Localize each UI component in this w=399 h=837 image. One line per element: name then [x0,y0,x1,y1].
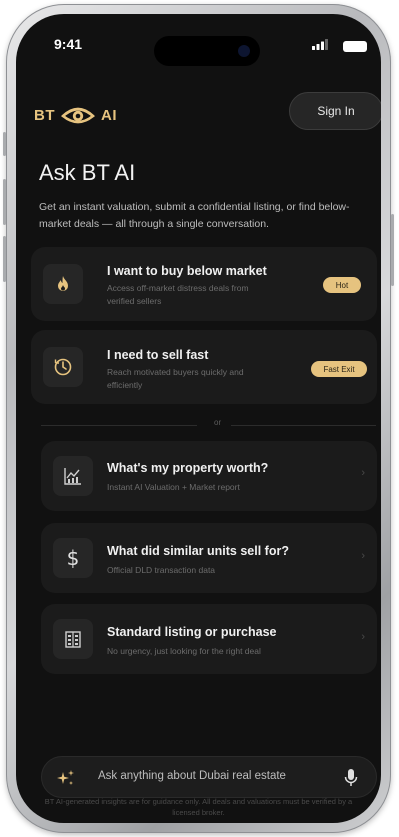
volume-up-button [3,179,6,225]
fast-exit-badge: Fast Exit [311,361,367,377]
card-subtitle: Access off-market distress deals from ve… [107,283,249,306]
divider-right [231,425,376,426]
eye-icon [61,107,95,124]
card-title: I need to sell fast [107,348,209,362]
volume-down-button [3,236,6,282]
option-title: What's my property worth? [107,461,269,475]
property-worth-option[interactable]: What's my property worth? Instant AI Val… [41,441,377,511]
disclaimer-text: BT AI-generated insights are for guidanc… [44,797,353,817]
option-title: Standard listing or purchase [107,625,277,639]
card-subtitle: Reach motivated buyers quickly and effic… [107,367,244,390]
flame-icon [43,264,83,304]
hot-badge: Hot [323,277,361,293]
signal-icon [312,39,328,50]
option-subtitle: Instant AI Valuation + Market report [107,482,240,492]
divider-label: or [214,418,222,427]
option-subtitle: Official DLD transaction data [107,565,216,575]
sign-in-button[interactable]: Sign In [289,92,381,130]
option-title: What did similar units sell for? [107,544,289,558]
app-screen: 9:41 BT AI Sign In Ask BT AI Get an inst… [16,14,381,823]
action-button [3,132,6,156]
status-time: 9:41 [54,36,83,52]
similar-units-option[interactable]: $ What did similar units sell for? Offic… [41,523,377,593]
ask-input[interactable]: Ask anything about Dubai real estate [98,770,286,782]
page-subtitle: Get an instant valuation, submit a confi… [39,201,350,230]
clock-dollar-icon [43,347,83,387]
camera-icon [238,45,250,57]
chart-icon [53,456,93,496]
building-icon [53,619,93,659]
microphone-icon[interactable] [344,768,358,788]
logo-text-right: AI [101,106,117,124]
chevron-right-icon: › [361,467,365,479]
sparkle-icon [57,770,74,785]
ask-input-bar[interactable]: Ask anything about Dubai real estate [41,756,377,798]
dynamic-island [154,36,260,66]
phone-frame: 9:41 BT AI Sign In Ask BT AI Get an inst… [3,4,394,833]
option-subtitle: No urgency, just looking for the right d… [107,646,261,656]
chevron-right-icon: › [361,631,365,643]
divider-left [41,425,197,426]
page-title: Ask BT AI [39,160,136,185]
power-button [391,214,394,286]
dollar-icon: $ [53,538,93,578]
sell-fast-card[interactable]: I need to sell fast Reach motivated buye… [31,330,377,404]
logo-text-left: BT [34,106,55,124]
status-bar: 9:41 [16,14,381,66]
chevron-right-icon: › [361,550,365,562]
battery-icon [343,41,367,52]
standard-listing-option[interactable]: Standard listing or purchase No urgency,… [41,604,377,674]
buy-below-market-card[interactable]: I want to buy below market Access off-ma… [31,247,377,321]
brand-logo: BT AI [34,102,117,128]
card-title: I want to buy below market [107,264,267,278]
